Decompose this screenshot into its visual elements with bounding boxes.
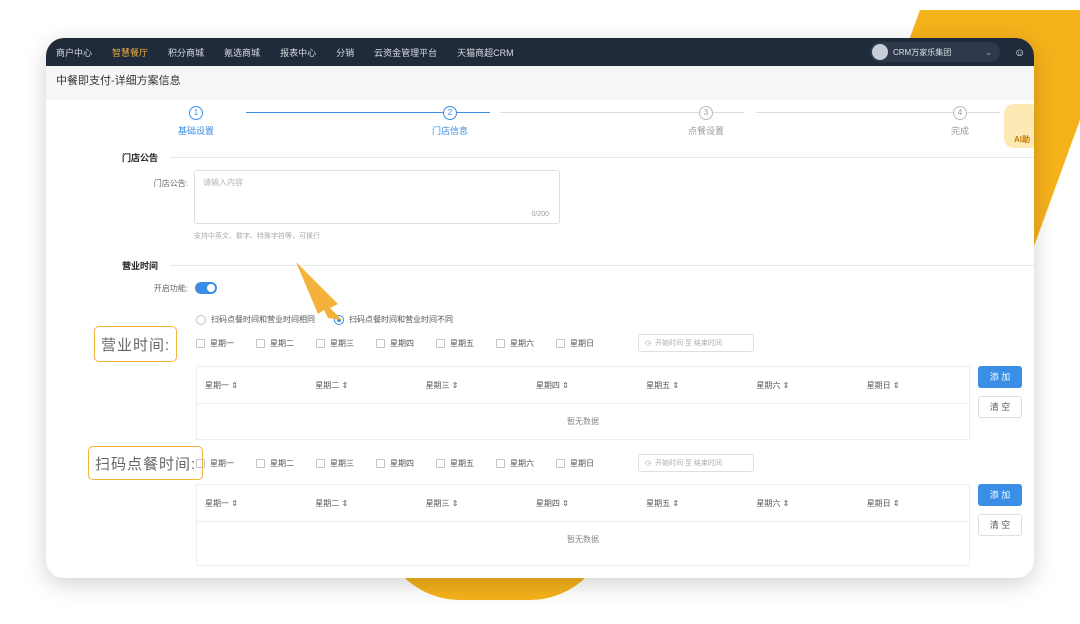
column-header[interactable]: 星期二 ⇕ — [307, 380, 417, 391]
nav-item-select-mall[interactable]: 氪选商城 — [224, 46, 260, 59]
business-time-range[interactable]: ◷ 开始时间 至 结束时间 — [638, 334, 754, 352]
column-header[interactable]: 星期三 ⇕ — [418, 380, 528, 391]
step-label: 基础设置 — [177, 126, 214, 136]
table-header: 星期一 ⇕ 星期二 ⇕ 星期三 ⇕ 星期四 ⇕ 星期五 ⇕ 星期六 ⇕ 星期日 … — [197, 367, 969, 404]
step-circle: 4 — [953, 106, 967, 120]
step-basic[interactable]: 1 基础设置 — [156, 106, 236, 137]
order-time-table: 星期一 ⇕ 星期二 ⇕ 星期三 ⇕ 星期四 ⇕ 星期五 ⇕ 星期六 ⇕ 星期日 … — [196, 484, 970, 566]
day-checkbox[interactable]: 星期三 — [316, 458, 354, 469]
chevron-down-icon: ⌄ — [985, 47, 992, 57]
order-days: 星期一 星期二 星期三 星期四 星期五 星期六 星期日 — [196, 458, 616, 469]
column-header[interactable]: 星期六 ⇕ — [748, 380, 858, 391]
notice-section-title: 门店公告 — [122, 153, 159, 163]
day-checkbox[interactable]: 星期五 — [436, 458, 474, 469]
column-header[interactable]: 星期日 ⇕ — [859, 498, 969, 509]
user-icon[interactable]: ☺ — [1014, 47, 1025, 59]
column-header[interactable]: 星期五 ⇕ — [638, 498, 748, 509]
business-time-callout: 营业时间: — [94, 326, 178, 362]
day-checkbox[interactable]: 星期六 — [496, 458, 534, 469]
clock-icon: ◷ — [645, 340, 652, 347]
column-header[interactable]: 星期日 ⇕ — [859, 380, 969, 391]
day-checkbox[interactable]: 星期日 — [556, 458, 594, 469]
add-button[interactable]: 添 加 — [978, 366, 1022, 388]
step-circle: 1 — [189, 106, 203, 120]
notice-counter: 0/200 — [531, 211, 549, 218]
app-window: 商户中心 智慧餐厅 积分商城 氪选商城 报表中心 分销 云资金管理平台 天猫商超… — [46, 38, 1034, 578]
time-range-placeholder: 开始时间 至 结束时间 — [655, 340, 722, 347]
table-header: 星期一 ⇕ 星期二 ⇕ 星期三 ⇕ 星期四 ⇕ 星期五 ⇕ 星期六 ⇕ 星期日 … — [197, 485, 969, 522]
nav-item-cloud-finance[interactable]: 云资金管理平台 — [374, 46, 437, 59]
column-header[interactable]: 星期一 ⇕ — [197, 380, 307, 391]
radio-different-time[interactable]: 扫码点餐时间和营业时间不同 — [334, 314, 453, 325]
column-header[interactable]: 星期四 ⇕ — [528, 380, 638, 391]
business-days: 星期一 星期二 星期三 星期四 星期五 星期六 星期日 — [196, 338, 616, 349]
switch-label: 开启功能: — [153, 284, 188, 293]
stepper: 1 基础设置 2 门店信息 3 点餐设置 4 完成 — [176, 106, 1000, 146]
time-range-placeholder: 开始时间 至 结束时间 — [655, 460, 722, 467]
column-header[interactable]: 星期六 ⇕ — [748, 498, 858, 509]
nav-item-reports[interactable]: 报表中心 — [280, 46, 316, 59]
nav-item-points-mall[interactable]: 积分商城 — [168, 46, 204, 59]
nav-item-restaurant[interactable]: 智慧餐厅 — [112, 46, 148, 59]
nav-item-distribution[interactable]: 分销 — [336, 46, 354, 59]
day-checkbox[interactable]: 星期六 — [496, 338, 534, 349]
step-store-info[interactable]: 2 门店信息 — [410, 106, 490, 137]
notice-hint: 支持中英文、数字、特殊字符等，可换行 — [194, 233, 320, 240]
step-order-settings[interactable]: 3 点餐设置 — [666, 106, 746, 137]
nav-item-tmall-crm[interactable]: 天猫商超CRM — [457, 46, 514, 59]
day-checkbox[interactable]: 星期二 — [256, 338, 294, 349]
day-checkbox[interactable]: 星期四 — [376, 338, 414, 349]
notice-label: 门店公告: — [153, 179, 188, 188]
clock-icon: ◷ — [645, 460, 652, 467]
empty-state: 暂无数据 — [567, 535, 599, 544]
column-header[interactable]: 星期三 ⇕ — [418, 498, 528, 509]
day-checkbox[interactable]: 星期一 — [196, 338, 234, 349]
pointer-arrow — [296, 262, 342, 320]
title-bar: 中餐即支付-详细方案信息 — [46, 66, 1034, 100]
clear-button[interactable]: 清 空 — [978, 514, 1022, 536]
divider — [170, 157, 1034, 158]
day-checkbox[interactable]: 星期四 — [376, 458, 414, 469]
ai-assistant-badge[interactable]: AI助 — [1004, 104, 1034, 148]
page-title: 中餐即支付-详细方案信息 — [56, 75, 181, 87]
add-button[interactable]: 添 加 — [978, 484, 1022, 506]
hours-section-title: 营业时间 — [122, 261, 159, 271]
column-header[interactable]: 星期四 ⇕ — [528, 498, 638, 509]
step-label: 点餐设置 — [687, 126, 724, 136]
step-circle: 2 — [443, 106, 457, 120]
step-label: 门店信息 — [431, 126, 468, 136]
org-avatar — [872, 44, 888, 60]
day-checkbox[interactable]: 星期一 — [196, 458, 234, 469]
day-checkbox[interactable]: 星期二 — [256, 458, 294, 469]
day-checkbox[interactable]: 星期日 — [556, 338, 594, 349]
order-time-callout: 扫码点餐时间: — [88, 446, 204, 480]
business-time-table: 星期一 ⇕ 星期二 ⇕ 星期三 ⇕ 星期四 ⇕ 星期五 ⇕ 星期六 ⇕ 星期日 … — [196, 366, 970, 440]
step-finish[interactable]: 4 完成 — [920, 106, 1000, 137]
order-time-range[interactable]: ◷ 开始时间 至 结束时间 — [638, 454, 754, 472]
org-select[interactable]: CRM万家乐集团 ⌄ — [870, 42, 1000, 62]
org-name: CRM万家乐集团 — [893, 47, 952, 57]
empty-state: 暂无数据 — [567, 417, 599, 426]
step-circle: 3 — [699, 106, 713, 120]
column-header[interactable]: 星期一 ⇕ — [197, 498, 307, 509]
notice-textarea[interactable]: 请输入内容 0/200 — [194, 170, 560, 224]
day-checkbox[interactable]: 星期五 — [436, 338, 474, 349]
day-checkbox[interactable]: 星期三 — [316, 338, 354, 349]
column-header[interactable]: 星期五 ⇕ — [638, 380, 748, 391]
column-header[interactable]: 星期二 ⇕ — [307, 498, 417, 509]
feature-toggle[interactable] — [195, 282, 217, 294]
nav-item-merchant[interactable]: 商户中心 — [56, 46, 92, 59]
notice-placeholder: 请输入内容 — [203, 178, 243, 187]
top-nav: 商户中心 智慧餐厅 积分商城 氪选商城 报表中心 分销 云资金管理平台 天猫商超… — [46, 38, 1034, 66]
radio-dot — [196, 314, 206, 325]
clear-button[interactable]: 清 空 — [978, 396, 1022, 418]
radio-diff-label: 扫码点餐时间和营业时间不同 — [349, 315, 453, 324]
step-label: 完成 — [950, 126, 969, 136]
